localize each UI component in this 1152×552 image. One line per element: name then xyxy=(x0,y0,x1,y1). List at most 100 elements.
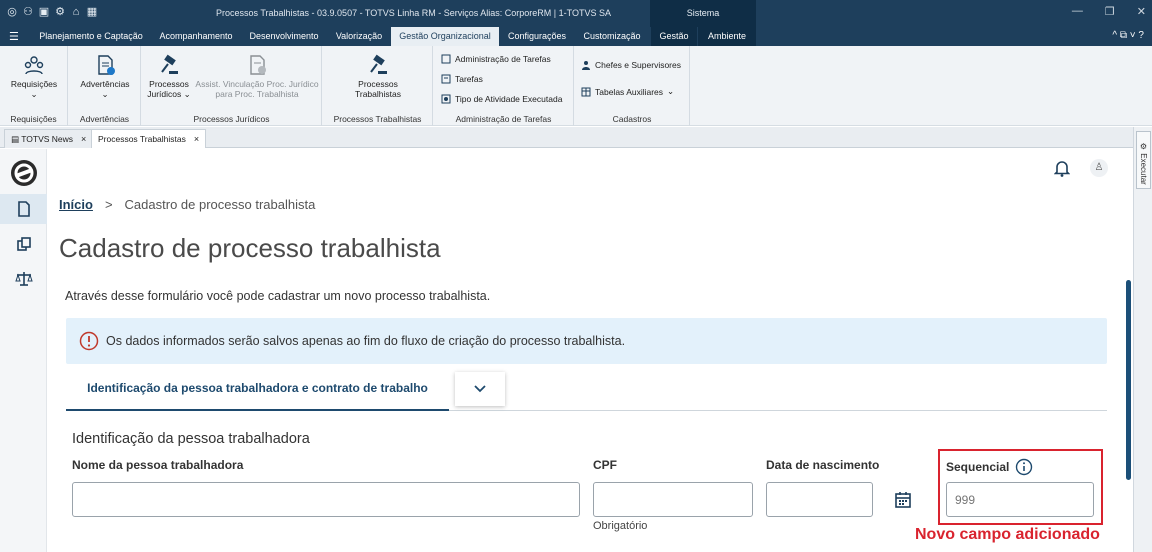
home-icon[interactable]: ⌂ xyxy=(70,6,82,18)
document-link-icon xyxy=(250,55,266,75)
info-icon[interactable] xyxy=(1015,458,1033,476)
document-icon xyxy=(17,201,30,217)
tipo-atividade-label: Tipo de Atividade Executada xyxy=(455,94,563,104)
tabelas-auxiliares-item[interactable]: Tabelas Auxiliares ⌄ xyxy=(581,86,674,97)
gear-icon: ⚙ xyxy=(1139,141,1148,153)
page-title: Cadastro de processo trabalhista xyxy=(59,233,441,263)
tabs-dropdown-button[interactable] xyxy=(455,372,505,406)
tab-acompanhamento[interactable]: Acompanhamento xyxy=(152,27,240,46)
quick-access-toolbar: ◎ ⚇ ▣ ⚙ ⌂ ▦ xyxy=(6,5,98,19)
annotation-text: Novo campo adicionado xyxy=(915,526,1100,543)
administracao-tarefas-item[interactable]: Administração de Tarefas xyxy=(441,54,551,64)
chevron-down-icon: ⌄ xyxy=(101,89,109,99)
sequencial-label-wrap: Sequencial xyxy=(946,458,1033,476)
chevron-right-icon: > xyxy=(104,197,113,212)
executar-tab[interactable]: ⚙ Executar xyxy=(1136,131,1151,189)
tipo-atividade-item[interactable]: Tipo de Atividade Executada xyxy=(441,94,562,104)
scrollbar[interactable] xyxy=(1126,280,1131,480)
tab-planejamento[interactable]: Planejamento e Captação xyxy=(32,27,150,46)
close-button[interactable]: ✕ xyxy=(1137,5,1146,18)
close-icon[interactable]: × xyxy=(81,134,86,144)
birth-date-label: Data de nascimento xyxy=(766,458,880,472)
ribbon: Requisições ⌄ Requisições Advertências ⌄ A… xyxy=(0,46,1152,126)
breadcrumb-home[interactable]: Início xyxy=(59,197,93,212)
person-icon xyxy=(582,61,590,70)
ribbon-group-advertencias: Advertências ⌄ Advertências xyxy=(69,46,141,126)
nav-copy[interactable] xyxy=(0,229,47,259)
assist-vinculacao-button[interactable]: Assist. Vinculação Proc. Jurídico para P… xyxy=(194,54,320,99)
sequencial-label: Sequencial xyxy=(946,460,1010,474)
tab-desenvolvimento[interactable]: Desenvolvimento xyxy=(242,27,326,46)
ribbon-group-processos-trabalhistas: Processos Trabalhistas Processos Trabalh… xyxy=(323,46,433,126)
group-label: Advertências xyxy=(79,114,130,124)
tab-valorizacao[interactable]: Valorização xyxy=(328,27,390,46)
chevron-down-icon: ⌄ xyxy=(667,86,675,96)
tab-gestao-organizacional[interactable]: Gestão Organizacional xyxy=(391,27,499,46)
title-bar: ◎ ⚇ ▣ ⚙ ⌂ ▦ Processos Trabalhistas - 03.… xyxy=(0,0,1152,27)
tab-gestao[interactable]: Gestão xyxy=(651,27,697,46)
advertencias-button[interactable]: Advertências ⌄ xyxy=(73,54,137,99)
news-icon: ▤ xyxy=(11,134,22,144)
name-input[interactable] xyxy=(72,482,580,517)
processos-trabalhistas-button[interactable]: Processos Trabalhistas xyxy=(343,54,413,99)
doctab-label: TOTVS News xyxy=(21,134,74,144)
balance-scale-icon xyxy=(14,272,33,286)
group-label: Processos Jurídicos xyxy=(193,114,270,124)
activity-icon xyxy=(441,94,451,104)
birth-date-input[interactable] xyxy=(766,482,873,517)
window-icon[interactable]: ▣ xyxy=(38,5,50,18)
ribbon-group-administracao-tarefas: Administração de Tarefas Tarefas Tipo de… xyxy=(434,46,574,126)
system-tab[interactable]: Sistema xyxy=(650,0,756,27)
nav-balance[interactable] xyxy=(0,264,47,294)
grid-icon[interactable]: ▦ xyxy=(86,5,98,18)
info-alert: Os dados informados serão salvos apenas … xyxy=(66,318,1107,364)
chefes-supervisores-item[interactable]: Chefes e Supervisores xyxy=(581,60,681,70)
sequencial-input[interactable] xyxy=(946,482,1094,517)
minimize-button[interactable]: — xyxy=(1072,5,1083,18)
doctab-label: Processos Trabalhistas xyxy=(98,134,186,144)
gear-icon[interactable]: ⚙ xyxy=(54,5,66,18)
calendar-icon[interactable] xyxy=(894,491,912,509)
tabelas-auxiliares-label: Tabelas Auxiliares xyxy=(595,86,664,97)
tab-configuracoes[interactable]: Configurações xyxy=(501,27,573,46)
processos-juridicos-button[interactable]: Processos Jurídicos ⌄ xyxy=(146,54,192,99)
task-icon xyxy=(441,74,451,84)
menu-bar: ☰ Planejamento e Captação Acompanhamento… xyxy=(0,27,1152,46)
requisicoes-label: Requisições xyxy=(10,79,58,89)
hamburger-icon[interactable]: ☰ xyxy=(9,30,19,43)
menu-right-controls[interactable]: ^ ⧉ ˅ ? xyxy=(1112,30,1144,41)
window-title: Processos Trabalhistas - 03.9.0507 - TOT… xyxy=(216,8,611,18)
administracao-tarefas-label: Administração de Tarefas xyxy=(455,54,551,64)
info-icon xyxy=(79,331,99,351)
tab-identificacao[interactable]: Identificação da pessoa trabalhadora e c… xyxy=(66,369,449,411)
requisicoes-button[interactable]: Requisições ⌄ xyxy=(6,54,62,99)
people-icon xyxy=(24,56,44,75)
totvs-logo xyxy=(0,154,47,192)
tarefas-label: Tarefas xyxy=(455,74,483,84)
close-icon[interactable]: × xyxy=(194,134,199,144)
assist-vinculacao-label: Assist. Vinculação Proc. Jurídico para P… xyxy=(195,79,319,99)
doctab-processos-trabalhistas[interactable]: Processos Trabalhistas × xyxy=(91,129,207,148)
right-side-panel: ⚙ Executar xyxy=(1133,127,1152,552)
chevron-down-icon: ⌄ xyxy=(181,89,191,99)
cpf-input[interactable] xyxy=(593,482,753,517)
ribbon-group-cadastros: Chefes e Supervisores Tabelas Auxiliares… xyxy=(575,46,690,126)
advertencias-label: Advertências xyxy=(80,79,130,89)
avatar[interactable]: ♙ xyxy=(1090,159,1108,177)
app-menu-icon[interactable]: ◎ xyxy=(6,5,18,18)
copy-icon xyxy=(16,237,31,251)
nav-document[interactable] xyxy=(0,194,47,224)
tab-ambiente[interactable]: Ambiente xyxy=(698,27,756,46)
stepper-tabs: Identificação da pessoa trabalhadora e c… xyxy=(66,369,1107,411)
clipboard-icon xyxy=(441,54,451,64)
doctab-totvs-news[interactable]: ▤ TOTVS News × xyxy=(4,129,94,148)
restore-button[interactable]: ❐ xyxy=(1105,5,1115,18)
bell-icon[interactable] xyxy=(1054,159,1070,177)
chefes-supervisores-label: Chefes e Supervisores xyxy=(595,60,681,70)
chevron-down-icon xyxy=(474,385,486,393)
tarefas-item[interactable]: Tarefas xyxy=(441,74,483,84)
group-label: Requisições xyxy=(10,114,57,124)
users-icon[interactable]: ⚇ xyxy=(22,5,34,18)
breadcrumb: Início > Cadastro de processo trabalhist… xyxy=(59,197,315,212)
tab-customizacao[interactable]: Customização xyxy=(575,27,649,46)
